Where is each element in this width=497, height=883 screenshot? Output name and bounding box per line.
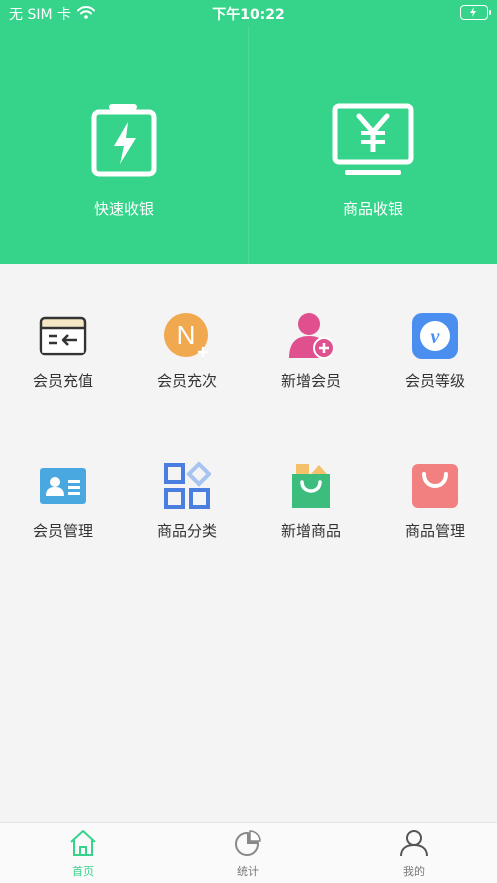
status-time: 下午10:22 [212,7,285,23]
category-grid-icon [163,461,212,510]
product-category-label: 商品分类 [156,522,217,540]
tab-home-label: 首页 [72,865,94,878]
add-member-label: 新增会员 [280,372,341,390]
battery-charge-icon [0,100,248,184]
status-bar: 无 SIM 卡 下午10:22 [0,0,497,26]
product-category-button[interactable]: 商品分类 [125,450,249,550]
card-recharge-icon [39,312,87,360]
tab-statistics[interactable]: 统计 [188,829,308,879]
quick-checkout-button[interactable]: 快速收银 [0,100,248,230]
member-times-recharge-label: 会员充次 [156,372,217,390]
add-product-bag-icon [287,462,335,510]
add-member-button[interactable]: 新增会员 [249,300,373,400]
member-level-label: 会员等级 [404,372,465,390]
member-recharge-label: 会员充值 [32,372,93,390]
product-checkout-label: 商品收银 [342,200,403,218]
quick-checkout-label: 快速收银 [93,200,154,218]
add-member-icon [287,312,335,360]
tab-home[interactable]: 首页 [23,829,143,879]
member-recharge-button[interactable]: 会员充值 [1,300,125,400]
member-level-button[interactable]: v 会员等级 [373,300,497,400]
product-checkout-button[interactable]: 商品收银 [249,100,497,230]
add-product-button[interactable]: 新增商品 [249,450,373,550]
member-times-recharge-button[interactable]: N 会员充次 [125,300,249,400]
member-card-icon [39,462,87,510]
pie-chart-icon [233,830,263,861]
vip-level-icon: v [411,312,459,360]
user-icon [399,830,429,861]
svg-text:v: v [431,326,441,348]
member-management-button[interactable]: 会员管理 [1,450,125,550]
battery-charging-icon [460,5,491,20]
yen-monitor-icon [249,100,497,184]
add-product-label: 新增商品 [280,522,341,540]
hero-panel: 无 SIM 卡 下午10:22 快速收银 商品收银 [0,0,497,264]
product-management-label: 商品管理 [404,522,465,540]
member-management-label: 会员管理 [32,522,93,540]
product-management-button[interactable]: 商品管理 [373,450,497,550]
tab-mine[interactable]: 我的 [354,829,474,879]
svg-text:N: N [177,320,196,350]
tab-statistics-label: 统计 [237,865,259,878]
shopping-bag-icon [411,462,459,510]
n-plus-icon: N [163,312,211,360]
home-icon [68,830,98,861]
tab-bar: 首页 统计 我的 [0,822,497,883]
tab-mine-label: 我的 [403,865,425,878]
